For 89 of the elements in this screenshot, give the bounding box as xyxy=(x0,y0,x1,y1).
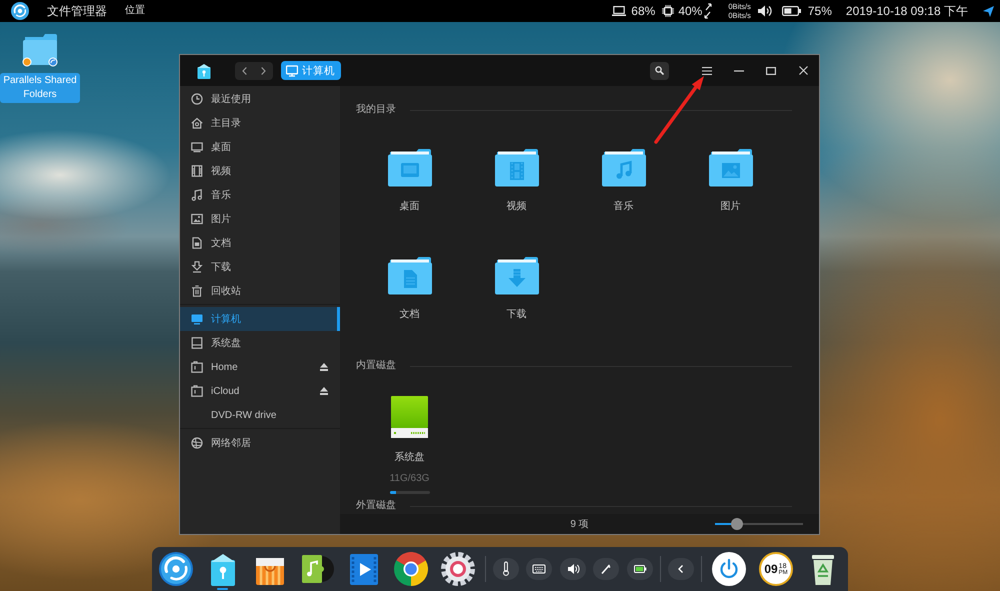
app-title: 文件管理器 xyxy=(47,4,107,18)
film-icon xyxy=(191,165,203,177)
ring-logo-icon[interactable] xyxy=(394,552,428,586)
music-note-icon[interactable] xyxy=(300,552,334,586)
menu-icon[interactable] xyxy=(702,66,712,74)
chevron-left-icon[interactable] xyxy=(668,558,694,580)
arrows-icon[interactable] xyxy=(704,3,712,19)
chip-icon[interactable] xyxy=(662,5,674,17)
slider-thumb[interactable] xyxy=(731,518,743,530)
monitor-icon xyxy=(191,141,203,153)
sidebar-item[interactable]: 网络邻居 xyxy=(180,431,340,455)
maximize-icon[interactable] xyxy=(766,66,776,74)
folder-icon[interactable] xyxy=(708,147,754,187)
folder-label[interactable]: 音乐 xyxy=(614,201,634,213)
home-icon xyxy=(191,117,203,129)
disk-label[interactable]: 系统盘 xyxy=(394,452,424,464)
swirl-logo-icon[interactable] xyxy=(11,2,29,20)
date-time: 2019-10-18 09:18 下午 xyxy=(846,4,968,18)
folder-icon[interactable] xyxy=(600,147,646,187)
battery-reading: 75% xyxy=(808,4,832,18)
keyboard-icon[interactable] xyxy=(526,558,552,580)
sidebar-item[interactable]: 最近使用 xyxy=(180,87,340,111)
monitor-icon xyxy=(286,64,298,76)
folder-label[interactable]: 视频 xyxy=(506,201,526,213)
pen-icon[interactable] xyxy=(593,558,620,580)
back-button[interactable] xyxy=(235,62,254,80)
section-title: 我的目录 xyxy=(356,103,396,117)
menu-item[interactable]: 位置 xyxy=(125,5,145,17)
thermometer-icon[interactable] xyxy=(492,558,519,580)
clock-hour: 09 xyxy=(764,563,778,575)
disk-usage: 11G/63G xyxy=(390,473,430,485)
sidebar-item[interactable]: 下载 xyxy=(180,255,340,279)
sidebar-item[interactable]: Home xyxy=(180,355,340,379)
close-icon[interactable] xyxy=(798,66,808,75)
folder-icon[interactable] xyxy=(386,147,432,187)
folder-icon[interactable] xyxy=(21,33,59,67)
folder-box-icon xyxy=(196,62,212,78)
music-note-icon xyxy=(191,189,203,201)
zoom-slider[interactable] xyxy=(715,518,803,530)
sidebar-item[interactable]: 回收站 xyxy=(180,279,340,303)
chevron-right-icon xyxy=(261,66,266,74)
download-icon xyxy=(191,261,203,273)
battery-icon[interactable] xyxy=(626,558,653,580)
search-icon xyxy=(655,66,664,75)
gear-icon[interactable] xyxy=(440,552,474,586)
speaker-icon[interactable] xyxy=(758,5,772,17)
monitor-icon xyxy=(191,313,203,325)
item-count: 9 项 xyxy=(570,518,589,531)
sidebar-item[interactable]: 文档 xyxy=(180,231,340,255)
chevron-left-icon xyxy=(242,66,247,74)
swirl-logo-icon[interactable] xyxy=(158,552,192,586)
folder-label[interactable]: 下载 xyxy=(506,309,526,321)
folder-icon[interactable] xyxy=(494,255,540,295)
folder-label[interactable]: 图片 xyxy=(720,201,740,213)
sidebar-item[interactable]: 计算机 xyxy=(180,307,340,331)
document-icon xyxy=(191,237,203,249)
clock-icon xyxy=(191,93,203,105)
laptop-icon[interactable] xyxy=(612,6,626,16)
sidebar-item[interactable]: DVD-RW drive xyxy=(180,403,340,427)
eject-icon[interactable] xyxy=(320,363,328,371)
eject-icon[interactable] xyxy=(320,387,328,395)
send-icon[interactable] xyxy=(983,6,994,16)
picture-icon xyxy=(191,213,203,225)
speaker-icon[interactable] xyxy=(560,558,586,580)
folder-label[interactable]: 文档 xyxy=(400,309,420,321)
section-title: 外置磁盘 xyxy=(356,499,396,513)
folder-icon[interactable] xyxy=(386,255,432,295)
sidebar-item[interactable]: 视频 xyxy=(180,159,340,183)
drive-icon xyxy=(191,385,203,397)
search-button[interactable] xyxy=(650,62,669,80)
cpu-reading: 40% xyxy=(678,4,702,18)
trash-icon xyxy=(191,285,203,297)
drive-icon xyxy=(191,361,203,373)
globe-icon xyxy=(191,437,203,449)
folder-icon[interactable] xyxy=(494,147,540,187)
section-title: 内置磁盘 xyxy=(356,359,396,373)
annotation-arrow xyxy=(654,76,704,144)
sidebar-item[interactable]: 音乐 xyxy=(180,183,340,207)
sidebar-item[interactable]: 桌面 xyxy=(180,135,340,159)
power-icon[interactable] xyxy=(712,552,746,586)
laptop-reading: 68% xyxy=(631,4,656,18)
forward-button[interactable] xyxy=(254,62,273,80)
battery-icon[interactable] xyxy=(782,6,801,16)
sidebar-item[interactable]: 系统盘 xyxy=(180,331,340,355)
sidebar-item[interactable]: iCloud xyxy=(180,379,340,403)
folder-label[interactable]: 桌面 xyxy=(400,201,420,213)
minimize-icon[interactable] xyxy=(734,70,744,72)
sidebar-item[interactable]: 图片 xyxy=(180,207,340,231)
sidebar-item[interactable]: 主目录 xyxy=(180,111,340,135)
